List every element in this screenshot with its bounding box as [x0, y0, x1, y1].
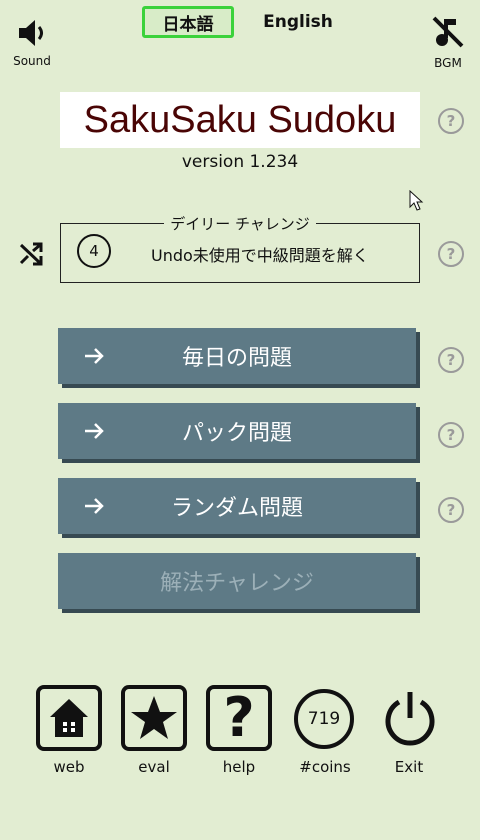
eval-label: eval [138, 758, 170, 776]
daily-challenge-task: Undo未使用で中級問題を解く [151, 246, 369, 265]
daily-challenge-box[interactable]: デイリー チャレンジ 4 Undo未使用で中級問題を解く [60, 215, 420, 283]
coins-label: #coins [299, 758, 351, 776]
music-off-icon [432, 16, 464, 48]
bgm-label: BGM [434, 56, 462, 70]
version-text: version 1.234 [181, 152, 299, 172]
help-label: help [222, 758, 256, 776]
sound-toggle[interactable]: Sound [8, 12, 56, 70]
title-help-icon[interactable]: ? [438, 108, 464, 134]
daily-challenge-number: 4 [77, 234, 111, 268]
house-icon [50, 699, 88, 737]
mouse-cursor-icon [409, 190, 424, 211]
daily-problem-label: 毎日の問題 [181, 346, 292, 371]
arrow-right-icon [85, 423, 104, 439]
speaker-icon [19, 20, 43, 46]
daily-challenge-title: デイリー チャレンジ [164, 215, 316, 233]
app-title: SakuSaku Sudoku [60, 92, 420, 148]
pack-problem-button[interactable]: パック問題 [58, 403, 416, 459]
random-problem-label: ランダム問題 [170, 496, 303, 521]
web-label: web [53, 758, 85, 776]
daily-help-icon[interactable]: ? [438, 241, 464, 267]
pack-problem-label: パック問題 [181, 421, 292, 446]
bgm-toggle[interactable]: BGM [424, 12, 472, 70]
arrow-right-icon [85, 348, 104, 364]
random-problem-help-icon[interactable]: ? [438, 497, 464, 523]
pack-problem-help-icon[interactable]: ? [438, 422, 464, 448]
solving-challenge-label: 解法チャレンジ [160, 571, 314, 596]
power-icon[interactable] [380, 688, 440, 748]
random-problem-button[interactable]: ランダム問題 [58, 478, 416, 534]
daily-problem-button[interactable]: 毎日の問題 [58, 328, 416, 384]
web-button[interactable] [36, 685, 102, 751]
sound-label: Sound [13, 54, 51, 68]
eval-button[interactable] [121, 685, 187, 751]
coins-counter: 719 [294, 689, 354, 749]
help-button[interactable]: ? [206, 685, 272, 751]
star-icon [131, 696, 177, 739]
lang-english-button[interactable]: English [256, 6, 340, 38]
exit-label: Exit [394, 758, 424, 776]
solving-challenge-button[interactable]: 解法チャレンジ [58, 553, 416, 609]
daily-problem-help-icon[interactable]: ? [438, 347, 464, 373]
arrow-right-icon [85, 498, 104, 514]
lang-japanese-button[interactable]: 日本語 [142, 6, 234, 38]
question-mark-icon: ? [223, 686, 255, 749]
shuffle-icon[interactable] [18, 241, 44, 267]
